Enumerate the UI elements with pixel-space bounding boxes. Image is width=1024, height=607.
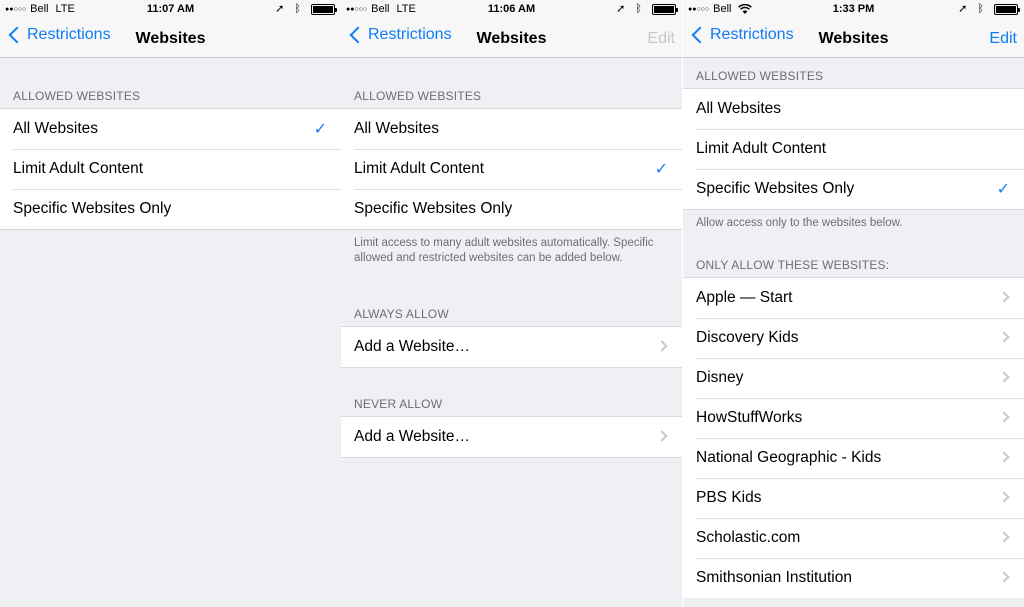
option-all-websites[interactable]: All Websites ✓ <box>0 109 341 149</box>
add-website-label: Add a Website… <box>354 428 471 445</box>
battery-icon <box>994 3 1020 15</box>
navigation-bar: Restrictions Websites Edit <box>683 20 1024 58</box>
chevron-right-icon <box>998 571 1010 583</box>
site-name: Disney <box>696 369 744 386</box>
always-allow-group: Add a Website… <box>341 326 682 368</box>
page-title: Websites <box>135 30 206 47</box>
chevron-right-icon <box>998 491 1010 503</box>
status-icons: ➚ ᛒ <box>958 3 1020 15</box>
chevron-right-icon <box>656 430 668 442</box>
bluetooth-icon: ᛒ <box>294 3 301 15</box>
option-all-websites[interactable]: All Websites <box>683 89 1024 129</box>
option-label: Limit Adult Content <box>13 160 144 177</box>
list-item[interactable]: HowStuffWorks <box>683 398 1024 438</box>
option-specific-websites-only[interactable]: Specific Websites Only ✓ <box>683 169 1024 209</box>
section-footer-text: Allow access only to the websites below. <box>696 217 903 229</box>
option-label: Limit Adult Content <box>354 160 485 177</box>
allowed-websites-header: ALLOWED WEBSITES <box>354 89 482 103</box>
chevron-right-icon <box>998 531 1010 543</box>
site-name: Apple — Start <box>696 289 793 306</box>
panel-limit-adult-content: ●●○○○ Bell LTE 11:06 AM ➚ ᛒ Restrictions… <box>341 0 682 607</box>
section-footer-text: Limit access to many adult websites auto… <box>354 237 654 264</box>
option-specific-websites-only[interactable]: Specific Websites Only <box>0 189 341 229</box>
only-allow-header: ONLY ALLOW THESE WEBSITES: <box>696 258 890 272</box>
site-name: National Geographic - Kids <box>696 449 882 466</box>
chevron-right-icon <box>998 291 1010 303</box>
status-icons: ➚ ᛒ <box>616 3 678 15</box>
status-bar: ●●○○○ Bell 1:33 PM ➚ ᛒ <box>683 0 1024 20</box>
option-limit-adult-content[interactable]: Limit Adult Content <box>0 149 341 189</box>
panel-specific-websites-only: ●●○○○ Bell 1:33 PM ➚ ᛒ Restrictions Webs… <box>683 0 1024 607</box>
option-label: Specific Websites Only <box>354 200 513 217</box>
option-label: All Websites <box>354 120 439 137</box>
location-arrow-icon: ➚ <box>958 3 968 15</box>
bluetooth-icon: ᛒ <box>635 3 642 15</box>
option-label: All Websites <box>696 100 781 117</box>
list-item[interactable]: Apple — Start <box>683 278 1024 318</box>
allowed-websites-header: ALLOWED WEBSITES <box>13 89 141 103</box>
panel-all-websites: ●●○○○ Bell LTE 11:07 AM ➚ ᛒ Restrictions… <box>0 0 341 607</box>
add-website-always-allow[interactable]: Add a Website… <box>341 327 682 367</box>
option-label: All Websites <box>13 120 98 137</box>
chevron-right-icon <box>656 340 668 352</box>
checkmark-icon: ✓ <box>996 181 1010 198</box>
never-allow-group: Add a Website… <box>341 416 682 458</box>
list-item[interactable]: Smithsonian Institution <box>683 558 1024 598</box>
never-allow-header: NEVER ALLOW <box>354 397 443 411</box>
option-limit-adult-content[interactable]: Limit Adult Content ✓ <box>341 149 682 189</box>
site-name: Discovery Kids <box>696 329 799 346</box>
location-arrow-icon: ➚ <box>275 3 285 15</box>
battery-icon <box>311 3 337 15</box>
list-item[interactable]: Discovery Kids <box>683 318 1024 358</box>
site-name: HowStuffWorks <box>696 409 803 426</box>
list-item[interactable]: PBS Kids <box>683 478 1024 518</box>
status-bar: ●●○○○ Bell LTE 11:06 AM ➚ ᛒ <box>341 0 682 20</box>
battery-icon <box>652 3 678 15</box>
add-website-never-allow[interactable]: Add a Website… <box>341 417 682 457</box>
location-arrow-icon: ➚ <box>616 3 626 15</box>
always-allow-header: ALWAYS ALLOW <box>354 307 449 321</box>
top-bar: ●●○○○ Bell 1:33 PM ➚ ᛒ Restrictions Webs… <box>683 0 1024 58</box>
allowed-websites-options: All Websites Limit Adult Content ✓ Speci… <box>341 108 682 230</box>
option-label: Specific Websites Only <box>696 180 855 197</box>
site-name: Smithsonian Institution <box>696 569 852 586</box>
edit-button[interactable]: Edit <box>647 30 675 48</box>
add-website-label: Add a Website… <box>354 338 471 355</box>
top-bar: ●●○○○ Bell LTE 11:06 AM ➚ ᛒ Restrictions… <box>341 0 682 58</box>
allowed-websites-options: All Websites ✓ Limit Adult Content Speci… <box>0 108 341 230</box>
status-icons: ➚ ᛒ <box>275 3 337 15</box>
top-bar: ●●○○○ Bell LTE 11:07 AM ➚ ᛒ Restrictions… <box>0 0 341 58</box>
site-name: Scholastic.com <box>696 529 801 546</box>
allowed-websites-options: All Websites Limit Adult Content Specifi… <box>683 88 1024 210</box>
list-item[interactable]: Disney <box>683 358 1024 398</box>
edit-button[interactable]: Edit <box>989 30 1017 48</box>
list-item[interactable]: National Geographic - Kids <box>683 438 1024 478</box>
page-title: Websites <box>818 30 889 47</box>
status-bar: ●●○○○ Bell LTE 11:07 AM ➚ ᛒ <box>0 0 341 20</box>
bluetooth-icon: ᛒ <box>977 3 984 15</box>
chevron-right-icon <box>998 451 1010 463</box>
option-label: Specific Websites Only <box>13 200 172 217</box>
navigation-bar: Restrictions Websites <box>0 20 341 58</box>
chevron-right-icon <box>998 371 1010 383</box>
chevron-right-icon <box>998 411 1010 423</box>
navigation-bar: Restrictions Websites Edit <box>341 20 682 58</box>
option-all-websites[interactable]: All Websites <box>341 109 682 149</box>
checkmark-icon: ✓ <box>654 161 668 178</box>
allowed-websites-header: ALLOWED WEBSITES <box>696 69 824 83</box>
chevron-right-icon <box>998 331 1010 343</box>
allowed-sites-list: Apple — Start Discovery Kids Disney HowS… <box>683 277 1024 598</box>
option-label: Limit Adult Content <box>696 140 827 157</box>
option-limit-adult-content[interactable]: Limit Adult Content <box>683 129 1024 169</box>
checkmark-icon: ✓ <box>313 121 327 138</box>
screenshot-triptych: ●●○○○ Bell LTE 11:07 AM ➚ ᛒ Restrictions… <box>0 0 1024 607</box>
option-specific-websites-only[interactable]: Specific Websites Only <box>341 189 682 229</box>
page-title: Websites <box>476 30 547 47</box>
list-item[interactable]: Scholastic.com <box>683 518 1024 558</box>
site-name: PBS Kids <box>696 489 762 506</box>
